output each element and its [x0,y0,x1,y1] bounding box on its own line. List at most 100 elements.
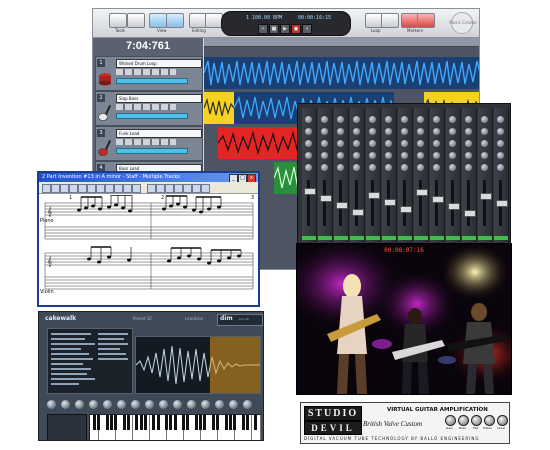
mixer-knob[interactable] [305,164,312,171]
mixer-knob[interactable] [481,128,488,135]
lyrics-icon[interactable] [156,184,165,193]
stop-button[interactable]: ■ [269,24,279,34]
synth-knob[interactable] [187,400,196,409]
track-name[interactable]: Slap Bass [116,94,202,103]
mixer-knob[interactable] [305,116,312,123]
mixer-knob[interactable] [497,128,504,135]
mixer-knob[interactable] [337,140,344,147]
track-2[interactable]: 2 Slap Bass [95,91,203,126]
black-key[interactable] [126,415,130,430]
mixer-knob[interactable] [465,164,472,171]
select-tool-icon[interactable] [42,184,51,193]
mixer-knob[interactable] [321,128,328,135]
mixer-knob[interactable] [433,164,440,171]
mixer-knob[interactable] [337,164,344,171]
black-key[interactable] [186,415,190,430]
mixer-knob[interactable] [401,164,408,171]
black-key[interactable] [182,415,186,430]
mixer-knob[interactable] [337,152,344,159]
black-key[interactable] [92,415,96,430]
tools-button[interactable] [109,13,127,28]
mixer-fader[interactable] [384,199,396,206]
mixer-knob[interactable] [465,128,472,135]
note-sixteenth-icon[interactable] [105,184,114,193]
hairpin-icon[interactable] [174,184,183,193]
mixer-knob[interactable] [465,140,472,147]
black-key[interactable] [233,415,237,430]
forward-button[interactable]: » [302,24,312,34]
mixer-knob[interactable] [369,164,376,171]
black-key[interactable] [109,415,113,430]
mixer-knob[interactable] [417,152,424,159]
mixer-knob[interactable] [433,140,440,147]
mixer-knob[interactable] [337,128,344,135]
dot-icon[interactable] [123,184,132,193]
black-key[interactable] [165,415,169,430]
timeline-ruler[interactable] [204,38,479,47]
expression-icon[interactable] [165,184,174,193]
mixer-knob[interactable] [401,128,408,135]
mixer-knob[interactable] [497,152,504,159]
mixer-knob[interactable] [481,116,488,123]
black-key[interactable] [211,415,215,430]
mixer-knob[interactable] [369,152,376,159]
mixer-knob[interactable] [481,140,488,147]
synth-knob[interactable] [201,400,210,409]
mixer-knob[interactable] [401,152,408,159]
mixer-knob[interactable] [337,116,344,123]
black-key[interactable] [173,415,177,430]
zoom-icon[interactable] [201,184,210,193]
mixer-knob[interactable] [433,152,440,159]
synth-knob[interactable] [145,400,154,409]
black-key[interactable] [228,415,232,430]
mixer-fader[interactable] [336,202,348,209]
synth-knob[interactable] [117,400,126,409]
mixer-knob[interactable] [353,164,360,171]
black-key[interactable] [224,415,228,430]
mixer-knob[interactable] [497,164,504,171]
mixer-knob[interactable] [321,140,328,147]
mixer-fader[interactable] [352,209,364,216]
mixer-knob[interactable] [385,140,392,147]
draw-tool-icon[interactable] [51,184,60,193]
triplet-icon[interactable] [132,184,141,193]
track-name[interactable]: Funk Lead [116,129,202,138]
chord-icon[interactable] [147,184,156,193]
note-quarter-icon[interactable] [87,184,96,193]
play-button[interactable]: ▶ [280,24,290,34]
mixer-knob[interactable] [433,116,440,123]
pitch-bend-wheel[interactable] [47,414,87,440]
mixer-fader[interactable] [432,196,444,203]
mixer-knob[interactable] [497,116,504,123]
black-key[interactable] [114,415,118,430]
black-key[interactable] [245,415,249,430]
mixer-fader[interactable] [416,189,428,196]
mixer-knob[interactable] [321,116,328,123]
track-name[interactable]: Wicked Drum Loop [116,59,202,68]
track-volume-fader[interactable] [116,113,188,119]
synth-knob[interactable] [215,400,224,409]
synth-knob[interactable] [131,400,140,409]
synth-knob[interactable] [159,400,168,409]
mixer-fader[interactable] [304,188,316,195]
mixer-knob[interactable] [417,164,424,171]
black-key[interactable] [156,415,160,430]
synth-knob[interactable] [173,400,182,409]
black-key[interactable] [122,415,126,430]
mixer-knob[interactable] [465,152,472,159]
mixer-knob[interactable] [385,152,392,159]
clip-slap-bass-1[interactable] [204,92,234,124]
track-buttons[interactable] [116,69,176,75]
mixer-knob[interactable] [369,128,376,135]
track-buttons[interactable] [116,139,176,145]
mixer-knob[interactable] [481,164,488,171]
mixer-knob[interactable] [449,140,456,147]
black-key[interactable] [139,415,143,430]
mixer-knob[interactable] [305,140,312,147]
synth-knob[interactable] [75,400,84,409]
mixer-knob[interactable] [305,152,312,159]
track-3[interactable]: 3 Funk Lead [95,126,203,161]
piano-keyboard[interactable] [89,414,261,440]
pedal-icon[interactable] [183,184,192,193]
black-key[interactable] [169,415,173,430]
